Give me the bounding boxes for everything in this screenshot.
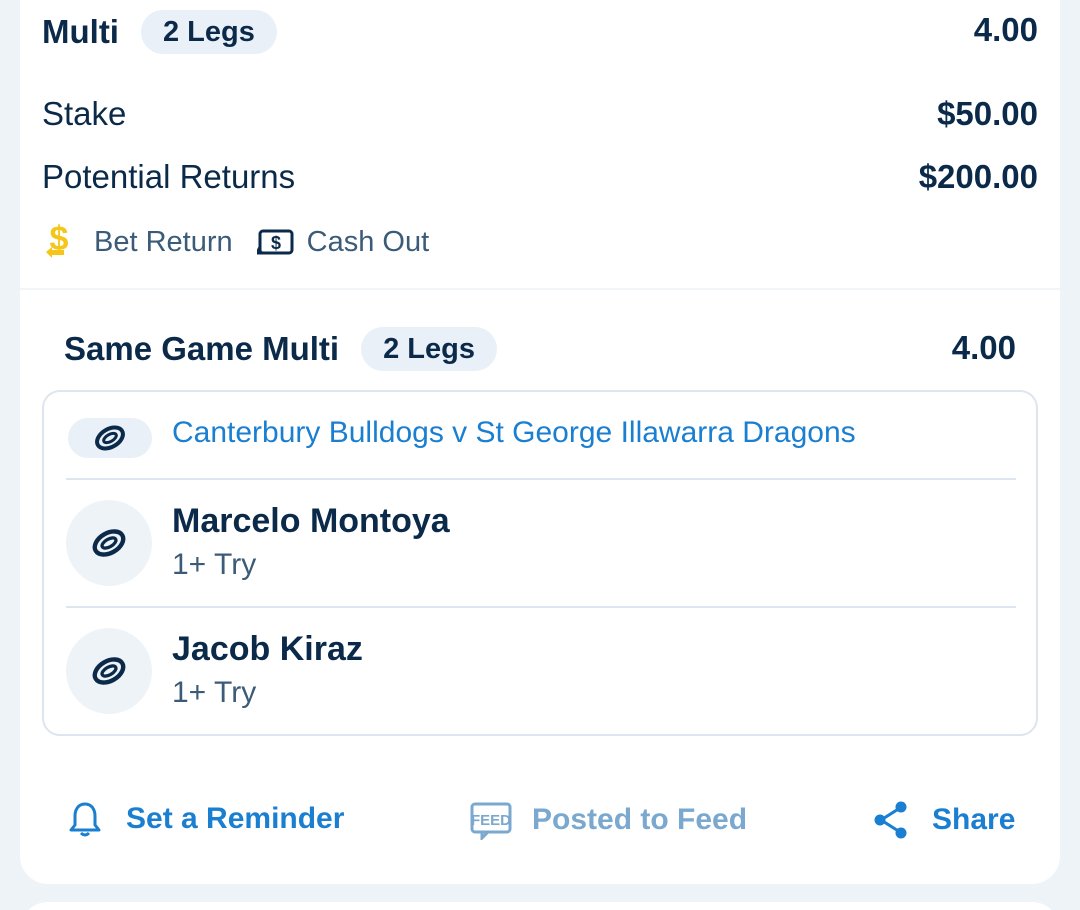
share-label: Share <box>932 803 1016 836</box>
cash-out-label: Cash Out <box>306 225 430 258</box>
cash-out-icon: $ <box>256 227 295 257</box>
bet-return-label: Bet Return <box>94 225 233 258</box>
share-button[interactable]: Share <box>872 800 1015 840</box>
leg-player-name: Jacob Kiraz <box>172 630 363 668</box>
feed-icon: FEED <box>470 800 512 840</box>
multi-odds: 4.00 <box>973 11 1038 48</box>
leg-market: 1+ Try <box>172 676 257 709</box>
svg-text:FEED: FEED <box>471 812 511 829</box>
svg-text:$: $ <box>271 233 281 253</box>
dollar-return-icon: $ <box>42 222 76 262</box>
rugby-ball-icon <box>66 500 152 586</box>
bet-features: $ Bet Return $ Cash Out <box>42 222 429 262</box>
posted-to-feed-button[interactable]: FEED Posted to Feed <box>470 800 747 840</box>
leg-player-name: Marcelo Montoya <box>172 502 450 540</box>
sgm-title: Same Game Multi <box>64 330 340 367</box>
set-reminder-label: Set a Reminder <box>126 802 345 835</box>
share-icon <box>872 800 910 840</box>
multi-title: Multi <box>42 13 119 50</box>
bell-icon <box>68 800 102 838</box>
rugby-ball-icon <box>66 628 152 714</box>
legs-container: Canterbury Bulldogs v St George Illawarr… <box>42 390 1038 736</box>
set-reminder-button[interactable]: Set a Reminder <box>68 800 344 838</box>
potential-returns-label: Potential Returns <box>42 158 296 195</box>
stake-value: $50.00 <box>937 95 1038 132</box>
potential-returns-value: $200.00 <box>918 158 1038 195</box>
multi-header: Multi 2 Legs <box>42 10 277 54</box>
next-bet-card <box>20 902 1060 910</box>
stake-label: Stake <box>42 95 127 132</box>
match-link[interactable]: Canterbury Bulldogs v St George Illawarr… <box>172 416 856 450</box>
divider <box>66 478 1016 480</box>
multi-legs-badge: 2 Legs <box>140 10 277 54</box>
leg-market: 1+ Try <box>172 548 257 581</box>
sgm-header: Same Game Multi 2 Legs <box>64 327 497 371</box>
divider <box>66 606 1016 608</box>
bet-card: Multi 2 Legs 4.00 Stake $50.00 Potential… <box>20 0 1060 884</box>
sgm-legs-badge: 2 Legs <box>361 327 497 371</box>
sgm-odds: 4.00 <box>951 329 1016 366</box>
rugby-ball-icon <box>68 418 152 458</box>
posted-to-feed-label: Posted to Feed <box>532 803 748 836</box>
